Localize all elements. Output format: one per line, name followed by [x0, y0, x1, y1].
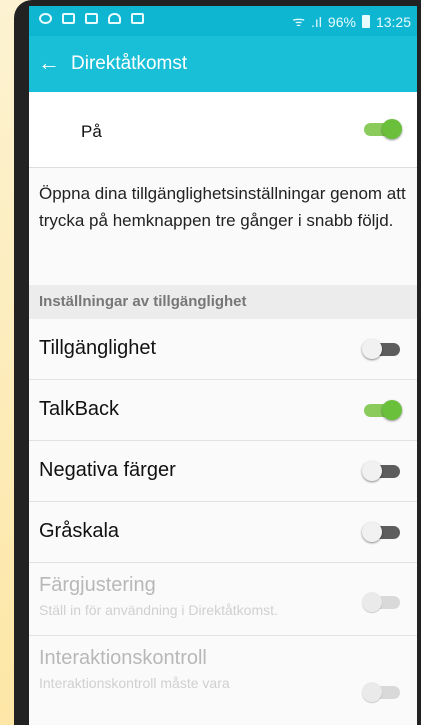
download-icon [131, 13, 144, 24]
signal-icon: .ıl [311, 13, 322, 30]
setting-label: Interaktionskontroll [39, 647, 207, 669]
master-switch-row[interactable]: På [29, 92, 417, 168]
graskala-toggle[interactable] [360, 521, 402, 543]
setting-row-graskala[interactable]: Gråskala [29, 502, 417, 563]
negativa-farger-toggle[interactable] [360, 460, 402, 482]
status-right: ᯤ .ıl 96% 13:25 [292, 12, 411, 31]
notification-icon [39, 13, 52, 24]
notification-icons [39, 13, 144, 24]
gallery-icon [62, 13, 75, 24]
setting-label: TalkBack [39, 398, 120, 420]
section-header: Inställningar av tillgänglighet [29, 285, 417, 319]
section-header-label: Inställningar av tillgänglighet [39, 293, 247, 310]
toggle-knob [362, 592, 382, 612]
setting-row-talkback[interactable]: TalkBack [29, 380, 417, 441]
interaktionskontroll-toggle [360, 681, 402, 703]
master-toggle[interactable] [360, 118, 402, 140]
setting-sublabel: Ställ in för användning i Direktåtkomst. [39, 602, 278, 618]
setting-label: Tillgänglighet [39, 337, 157, 359]
fargjustering-toggle [360, 591, 402, 613]
notes-icon [85, 13, 98, 24]
wifi-icon: ᯤ [292, 13, 306, 29]
setting-sublabel: Interaktionskontroll måste vara [39, 675, 230, 691]
app-bar: ← Direktåtkomst [29, 36, 417, 92]
setting-row-negativa-farger[interactable]: Negativa färger [29, 441, 417, 502]
clock: 13:25 [375, 13, 411, 30]
toggle-knob [382, 400, 402, 420]
cloud-icon [108, 13, 121, 24]
setting-label: Negativa färger [39, 459, 176, 481]
page-title: Direktåtkomst [71, 53, 188, 74]
toggle-knob [362, 682, 382, 702]
status-bar: ᯤ .ıl 96% 13:25 [29, 6, 417, 36]
battery-icon [361, 15, 370, 28]
talkback-toggle[interactable] [360, 399, 402, 421]
toggle-knob [382, 119, 402, 139]
description-text: Öppna dina tillgänglighetsinställningar … [39, 184, 406, 230]
setting-row-fargjustering: Färgjustering Ställ in för användning i … [29, 563, 417, 636]
setting-row-interaktionskontroll: Interaktionskontroll Interaktionskontrol… [29, 636, 417, 725]
toggle-knob [362, 522, 382, 542]
battery-percent: 96% [327, 13, 356, 30]
master-switch-label: På [81, 122, 102, 141]
setting-label: Gråskala [39, 520, 120, 542]
phone-screen: ᯤ .ıl 96% 13:25 ← Direktåtkomst På Öppna… [29, 6, 417, 725]
back-arrow-icon[interactable]: ← [38, 50, 60, 76]
toggle-knob [362, 339, 382, 359]
setting-row-tillganglighet[interactable]: Tillgänglighet [29, 319, 417, 380]
toggle-knob [362, 461, 382, 481]
setting-label: Färgjustering [39, 574, 156, 596]
tillganglighet-toggle[interactable] [360, 338, 402, 360]
